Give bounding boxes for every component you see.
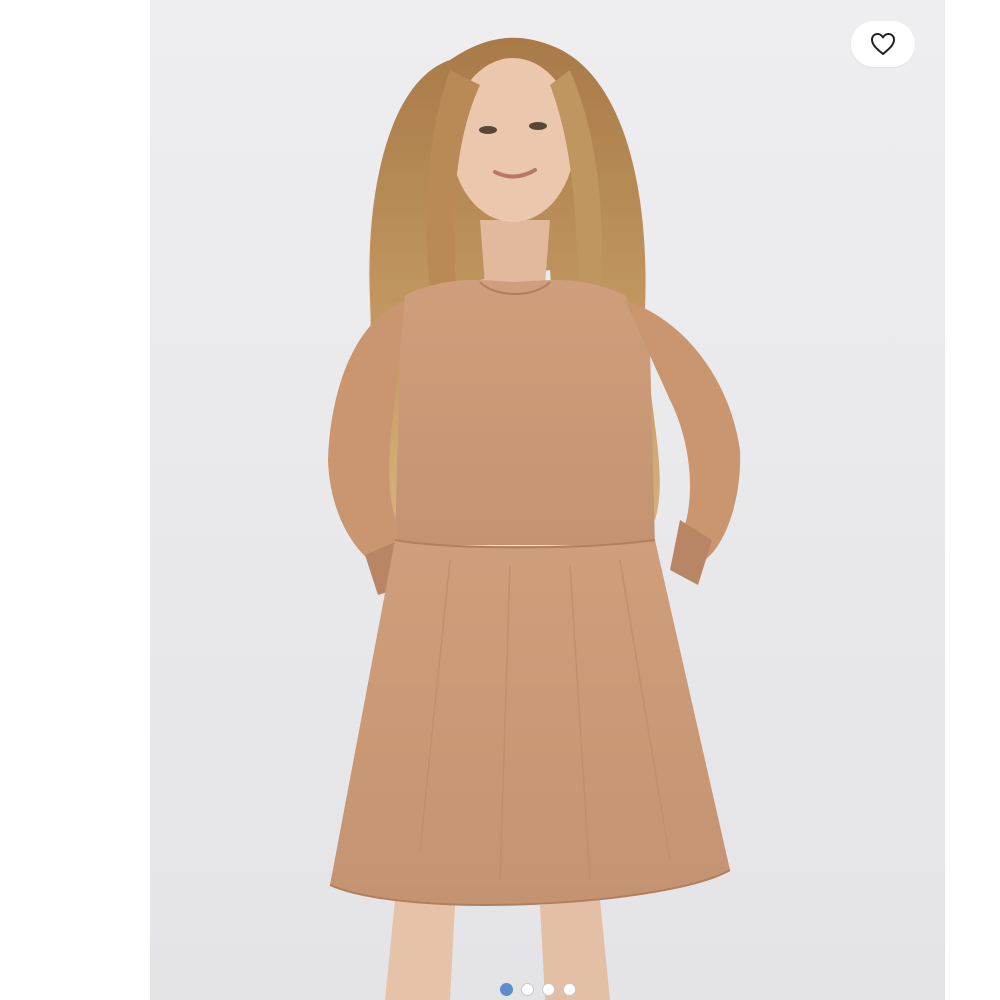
carousel-dots (500, 982, 576, 996)
carousel-dot-2[interactable] (521, 982, 534, 996)
product-photo[interactable] (150, 0, 945, 1000)
carousel-dot-1[interactable] (500, 982, 513, 996)
carousel-dot-3[interactable] (542, 982, 555, 996)
carousel-dot-4[interactable] (563, 982, 576, 996)
product-image (150, 0, 945, 1000)
favorite-button[interactable] (851, 21, 915, 67)
heart-outline-icon (871, 33, 895, 55)
